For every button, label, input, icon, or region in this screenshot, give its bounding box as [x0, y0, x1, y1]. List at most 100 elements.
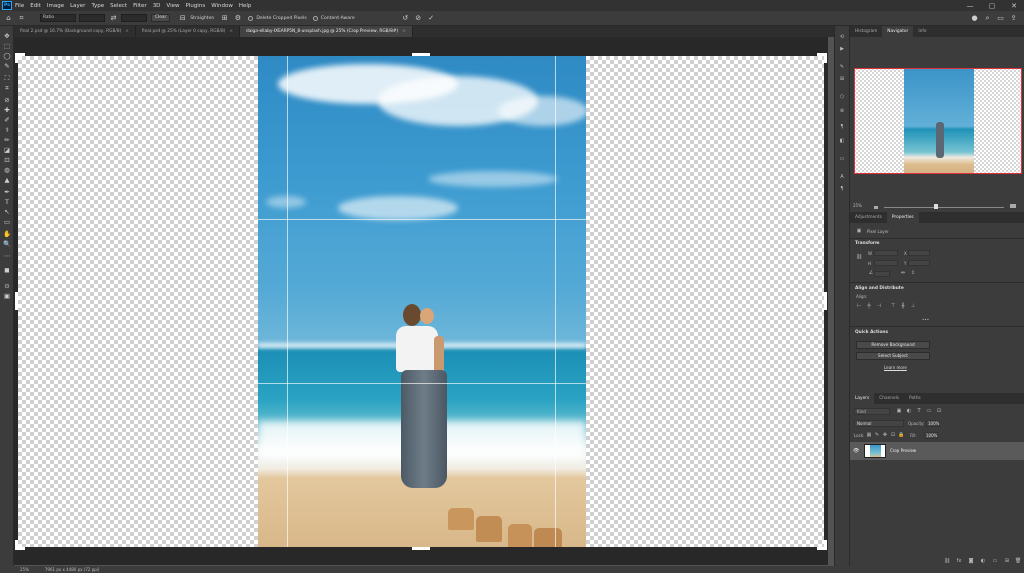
delete-cropped-label[interactable]: Delete Cropped Pixels [256, 16, 306, 21]
user-icon[interactable]: ● [970, 14, 979, 23]
remove-background-button[interactable]: Remove Background [856, 341, 930, 349]
filter-smart-object-icon[interactable]: ⊡ [936, 408, 942, 414]
crop-handle-bottom-right[interactable] [824, 540, 827, 550]
maximize-button[interactable]: ▢ [982, 0, 1002, 11]
menu-view[interactable]: View [166, 3, 179, 9]
crop-handle-top[interactable] [412, 53, 430, 56]
zoom-tool-icon[interactable]: 🔍 [2, 240, 12, 248]
menu-image[interactable]: Image [47, 3, 64, 9]
filter-adjustment-icon[interactable]: ◐ [906, 408, 912, 414]
lock-transparent-icon[interactable]: ▦ [866, 432, 872, 438]
glyphs-icon[interactable]: ◧ [839, 138, 845, 144]
crop-preview-image[interactable] [258, 56, 586, 547]
play-actions-icon[interactable]: ▶ [839, 46, 845, 52]
history-brush-tool-icon[interactable]: ✏ [2, 136, 12, 144]
link-icon[interactable]: ⛓ [856, 254, 862, 260]
align-bottom-edges-icon[interactable]: ⊥ [910, 303, 916, 309]
paragraph-styles-icon[interactable]: ¶ [839, 186, 845, 192]
angle-field[interactable] [874, 271, 890, 277]
link-layers-icon[interactable]: ⛓ [944, 558, 950, 564]
navigator-zoom-value[interactable]: 25% [853, 203, 862, 208]
lasso-tool-icon[interactable]: ◯ [2, 52, 12, 60]
close-tab-icon[interactable]: × [125, 29, 129, 34]
x-field[interactable] [908, 250, 930, 256]
tab-navigator[interactable]: Navigator [882, 26, 914, 37]
add-mask-icon[interactable]: ◙ [968, 558, 974, 564]
new-layer-icon[interactable]: ⊞ [1004, 558, 1010, 564]
fill-field[interactable]: 100% [924, 432, 938, 439]
filter-shape-icon[interactable]: ▭ [926, 408, 932, 414]
home-icon[interactable]: ⌂ [4, 14, 13, 23]
width-field[interactable] [874, 250, 898, 256]
character-icon[interactable]: A [839, 174, 845, 180]
lock-position-icon[interactable]: ✥ [882, 432, 888, 438]
blend-mode-dropdown[interactable]: Normal [854, 420, 904, 427]
align-left-edges-icon[interactable]: ⊢ [856, 303, 862, 309]
select-subject-button[interactable]: Select Subject [856, 352, 930, 360]
crop-height-input[interactable] [121, 14, 147, 22]
crop-handle-bottom[interactable] [412, 547, 430, 550]
clear-button[interactable]: Clear [151, 14, 171, 22]
flip-vertical-icon[interactable]: ⇳ [910, 270, 916, 276]
history-icon[interactable]: ⟲ [839, 34, 845, 40]
swap-icon[interactable]: ⇄ [109, 14, 118, 23]
pen-tool-icon[interactable]: ✒ [2, 188, 12, 196]
align-horizontal-centers-icon[interactable]: ╪ [866, 303, 872, 309]
commit-crop-icon[interactable]: ✓ [427, 14, 436, 23]
align-right-edges-icon[interactable]: ⊣ [876, 303, 882, 309]
menu-layer[interactable]: Layer [70, 3, 85, 9]
cube-3d-icon[interactable]: ⬡ [839, 94, 845, 100]
close-window-button[interactable]: ✕ [1004, 0, 1024, 11]
tab-properties[interactable]: Properties [886, 212, 919, 223]
flip-horizontal-icon[interactable]: ⇹ [900, 270, 906, 276]
layer-style-icon[interactable]: fx [956, 558, 962, 564]
paragraph-icon[interactable]: ¶ [839, 124, 845, 130]
frame-tool-icon[interactable]: ⌗ [2, 84, 12, 92]
overlay-grid-icon[interactable]: ⊞ [220, 14, 229, 23]
align-top-edges-icon[interactable]: ⊤ [890, 303, 896, 309]
straighten-icon[interactable]: ⊟ [178, 14, 187, 23]
filter-type-icon[interactable]: T [916, 408, 922, 414]
opacity-field[interactable]: 100% [926, 420, 940, 427]
visibility-eye-icon[interactable]: 👁 [853, 448, 859, 454]
crop-handle-left[interactable] [15, 292, 18, 310]
eyedropper-tool-icon[interactable]: ⊘ [2, 96, 12, 104]
y-field[interactable] [908, 260, 930, 266]
gradient-tool-icon[interactable]: ⊡ [2, 156, 12, 164]
reset-icon[interactable]: ↺ [401, 14, 410, 23]
close-tab-icon[interactable]: × [402, 29, 406, 34]
content-aware-checkbox[interactable] [312, 15, 318, 21]
filter-pixel-icon[interactable]: ▣ [896, 408, 902, 414]
straighten-label[interactable]: Straighten [190, 16, 214, 21]
lock-image-icon[interactable]: ✎ [874, 432, 880, 438]
quick-actions-title[interactable]: Quick Actions [855, 330, 888, 335]
new-group-icon[interactable]: ▭ [992, 558, 998, 564]
lock-artboard-icon[interactable]: ⊡ [890, 432, 896, 438]
tab-paths[interactable]: Paths [904, 393, 926, 404]
crop-handle-right[interactable] [824, 292, 827, 310]
hand-tool-icon[interactable]: ✋ [2, 230, 12, 238]
minimize-button[interactable]: — [960, 0, 980, 11]
menu-help[interactable]: Help [239, 3, 252, 9]
align-vertical-centers-icon[interactable]: ╫ [900, 303, 906, 309]
move-tool-icon[interactable]: ✥ [2, 32, 12, 40]
layer-name[interactable]: Crop Preview [890, 448, 916, 453]
type-tool-icon[interactable]: T [2, 198, 12, 206]
tab-layers[interactable]: Layers [850, 393, 875, 404]
menu-filter[interactable]: Filter [133, 3, 147, 9]
spot-heal-tool-icon[interactable]: ✚ [2, 106, 12, 114]
navigator-zoom-thumb[interactable] [934, 204, 938, 209]
doc-tab-1[interactable]: final.psd @ 25% (Layer 0 copy, RGB/8) × [136, 26, 240, 37]
search-icon[interactable]: ⌕ [983, 14, 992, 23]
crop-tool-icon[interactable]: ⛶ [2, 74, 12, 82]
doc-tab-2[interactable]: daiga-ellaby-IXEARP5N_8-unsplash.jpg @ 2… [239, 26, 413, 37]
layer-row[interactable]: 👁 Crop Preview [850, 442, 1024, 460]
quick-select-tool-icon[interactable]: ✎ [2, 62, 12, 70]
delete-layer-icon[interactable]: 🗑 [1015, 558, 1021, 564]
menu-edit[interactable]: Edit [30, 3, 41, 9]
tab-channels[interactable]: Channels [874, 393, 904, 404]
crop-handle-bottom-left[interactable] [15, 540, 18, 550]
clone-stamp-tool-icon[interactable]: ⚕ [2, 126, 12, 134]
more-options[interactable]: ••• [922, 317, 929, 322]
clone-source-icon[interactable]: ⊛ [839, 108, 845, 114]
